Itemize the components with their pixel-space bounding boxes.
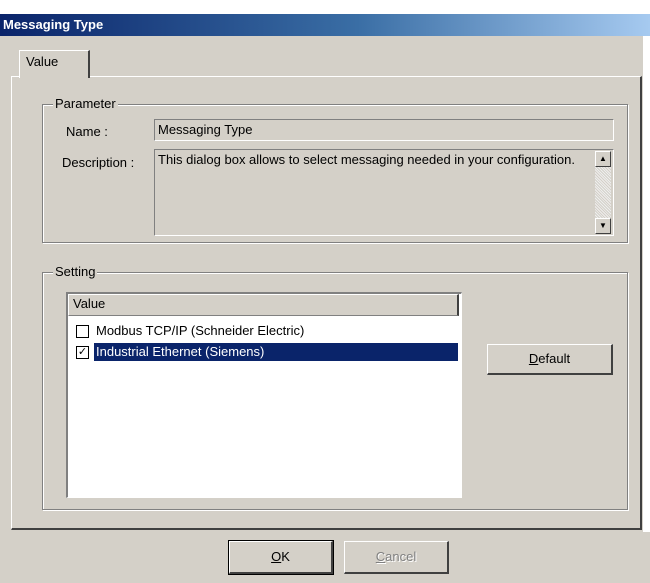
messaging-type-dialog: Messaging Type Value Parameter Name : Me… [0, 0, 650, 583]
cancel-mnemonic: C [375, 549, 386, 564]
dialog-title: Messaging Type [3, 17, 104, 32]
tab-value[interactable]: Value [19, 50, 90, 78]
tab-panel [11, 76, 642, 530]
ok-button[interactable]: OK [228, 540, 334, 575]
ok-mnemonic: O [271, 549, 282, 564]
dialog-right-edge [643, 36, 650, 583]
cancel-button[interactable]: Cancel [344, 541, 449, 574]
tab-value-label: Value [26, 54, 59, 69]
dialog-title-bar[interactable]: Messaging Type [0, 14, 650, 36]
cancel-label-rest: ancel [385, 549, 417, 564]
ok-label-rest: K [281, 549, 290, 564]
